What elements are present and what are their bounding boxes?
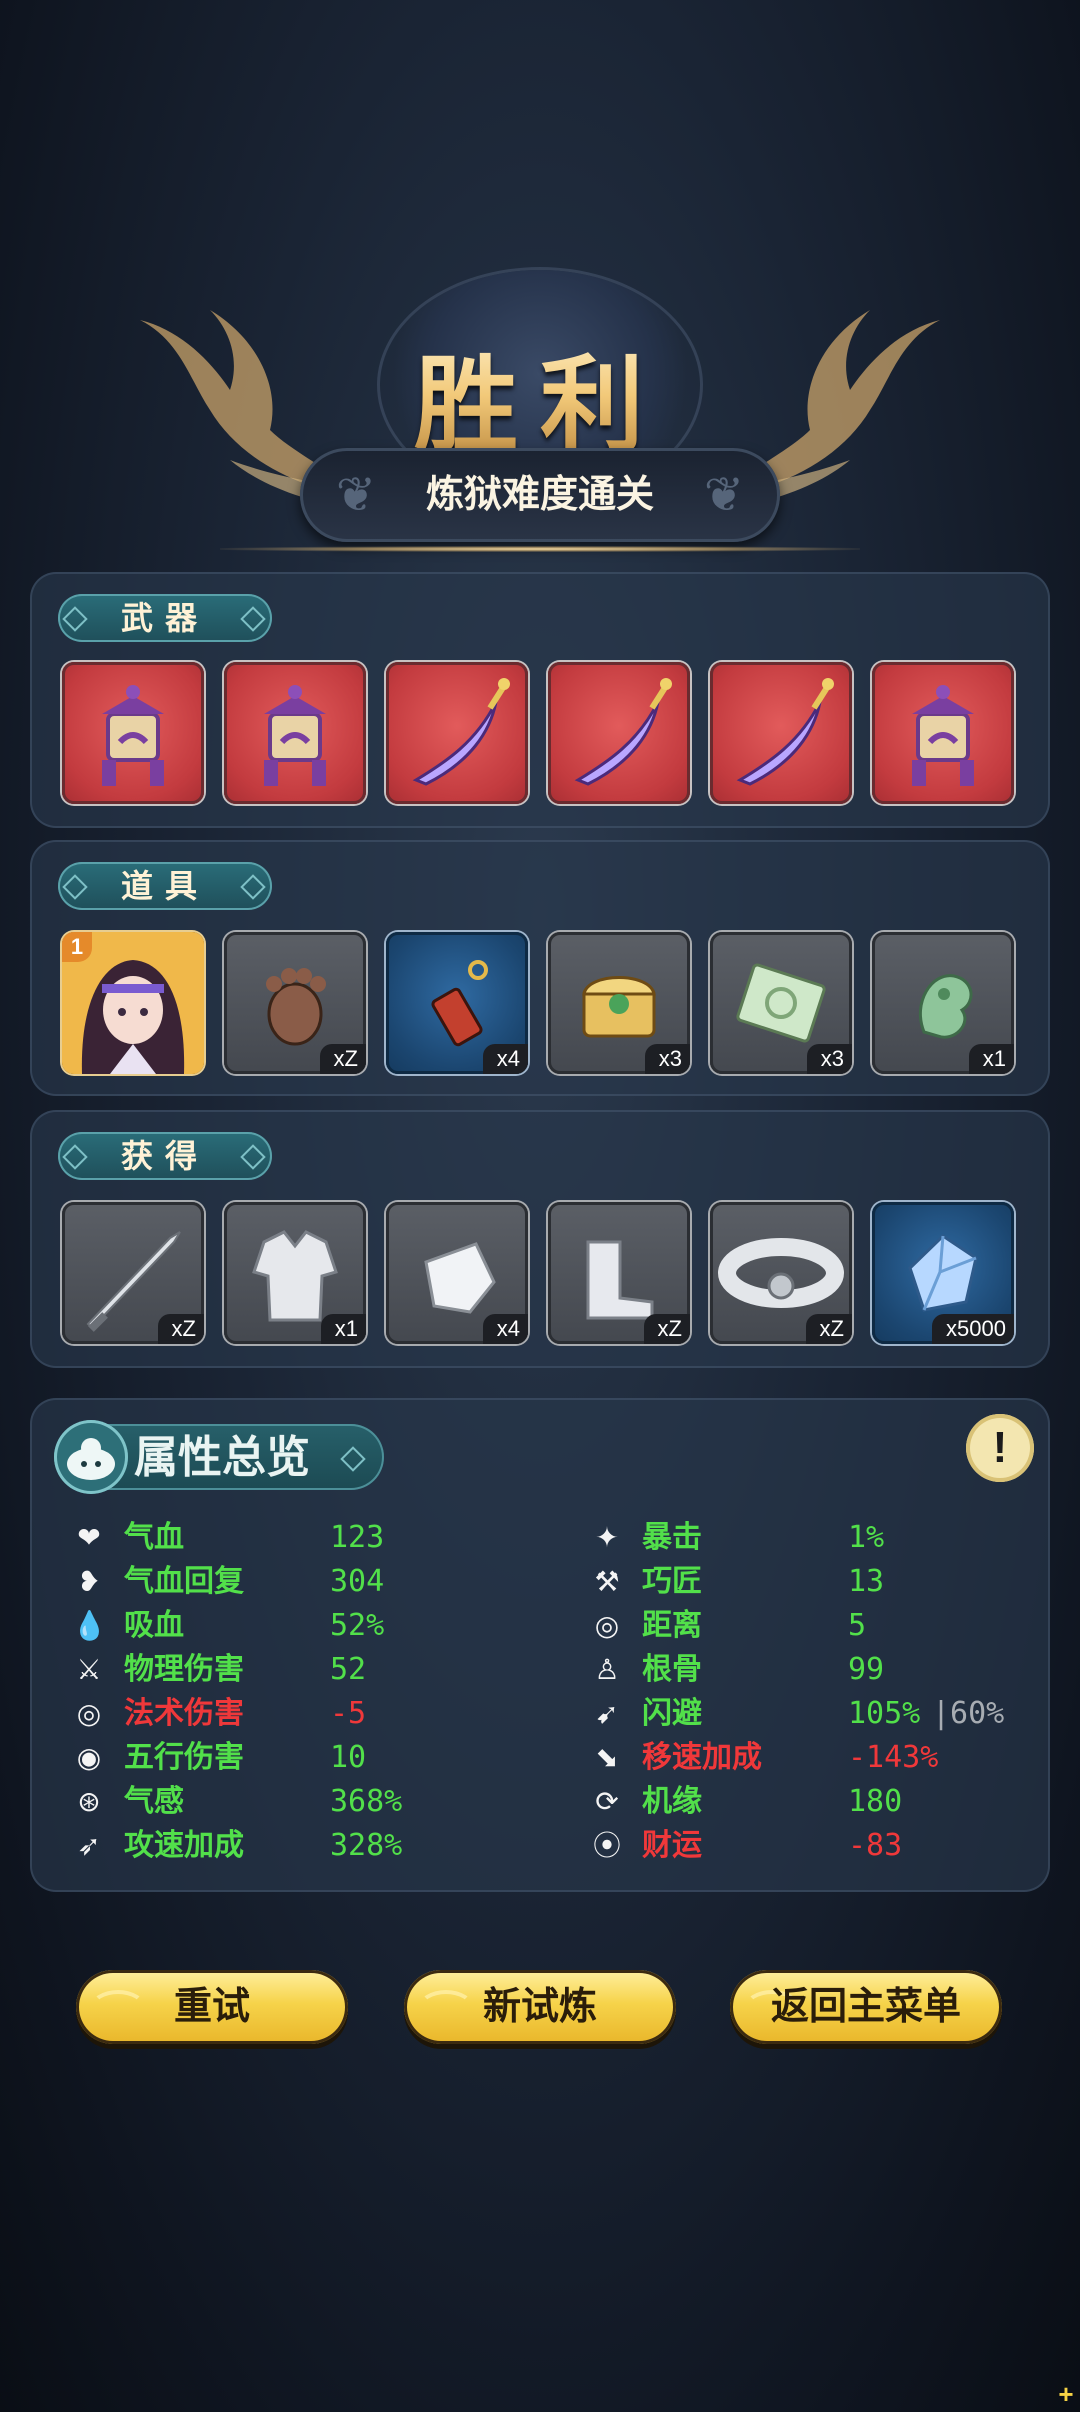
stat-extra-value: |60% [932,1696,1005,1731]
obtained-item-slot[interactable]: x1 [224,1202,366,1344]
stat-value: 52 [330,1652,367,1687]
props-item-slot[interactable]: x1 [872,932,1014,1074]
stat-label: 财运 [642,1829,702,1862]
hammer-icon: ⚒ [594,1566,620,1597]
stat-label: 机缘 [642,1785,702,1818]
props-item-slot[interactable]: 1 [62,932,204,1074]
stat-label: 巧匠 [642,1565,702,1598]
target-icon: ◎ [594,1610,620,1641]
coin-icon: ⦿ [592,1830,621,1861]
quantity-label: xZ [319,1044,366,1074]
stat-label: 法术伤害 [124,1697,244,1730]
spiral-icon: ◎ [76,1698,102,1729]
retry-button-label[interactable]: 重试 [76,1970,348,2044]
header-glow-divider [220,546,860,552]
stat-value: 368% [330,1784,403,1819]
purple-curved-blade-icon [412,678,510,786]
qi-sense-icon: ⊛ [77,1786,101,1817]
dodge-icon: ➹ [595,1698,619,1729]
stat-value: 180 [848,1784,903,1819]
boot-speed-icon: ⬊ [595,1742,619,1773]
heart-icon: ❤ [77,1522,101,1553]
quantity-label: x1 [320,1314,366,1344]
quantity-label: xZ [643,1314,690,1344]
quantity-label: x5000 [932,1314,1014,1344]
stat-label: 闪避 [642,1697,702,1730]
stat-value: 304 [330,1564,385,1599]
purple-lantern-icon [912,685,974,786]
difficulty-cleared-text: 炼狱难度通关 [425,474,654,516]
stat-label: 暴击 [642,1521,702,1554]
quantity-label: x3 [644,1044,690,1074]
obtained-item-slot[interactable]: x4 [386,1202,528,1344]
stat-value: 52% [330,1608,385,1643]
stat-value: 328% [330,1828,403,1863]
weapons-item-slot[interactable] [548,662,690,804]
stat-label: 气血回复 [124,1565,244,1598]
stat-value: 10 [330,1740,367,1775]
main-menu-button-label[interactable]: 返回主菜单 [730,1970,1002,2044]
level-badge: 1 [62,932,92,962]
obtained-item-slot[interactable]: xZ [62,1202,204,1344]
props-item-slot[interactable]: x3 [710,932,852,1074]
attack-speed-icon: ➶ [77,1830,101,1861]
meditate-icon: ♙ [594,1654,620,1685]
stat-label: 五行伤害 [124,1741,244,1774]
quantity-label: x1 [968,1044,1014,1074]
stat-label: 物理伤害 [124,1653,244,1686]
luck-cycle-icon: ⟳ [595,1786,619,1817]
obtained-item-slot[interactable]: x5000 [872,1202,1014,1344]
heart-regen-icon: ❥ [77,1566,101,1597]
purple-curved-blade-icon [736,678,834,786]
stat-value: 105% [848,1696,921,1731]
weapons-item-slot[interactable] [386,662,528,804]
purple-lantern-icon [264,685,326,786]
stat-value: 1% [848,1520,885,1555]
stat-label: 距离 [642,1609,702,1642]
new-trial-button-label[interactable]: 新试炼 [404,1970,676,2044]
stat-value: -83 [848,1828,903,1863]
props-item-slot[interactable]: xZ [224,932,366,1074]
stat-label: 吸血 [124,1609,184,1642]
stat-label: 攻速加成 [124,1829,244,1862]
stat-label: 移速加成 [642,1741,762,1774]
victory-header: 胜利 ❦ ❦ 炼狱难度通关 [0,0,1080,570]
stat-label: 根骨 [642,1653,702,1686]
info-alert-icon[interactable]: ! [966,1414,1034,1482]
stat-value: 5 [848,1608,867,1643]
quantity-label: xZ [157,1314,204,1344]
weapons-item-slot[interactable] [710,662,852,804]
obtained-item-slot[interactable]: xZ [548,1202,690,1344]
stats-title: 属性总览 [134,1433,310,1482]
five-elements-icon: ◉ [76,1742,102,1773]
props-item-slot[interactable]: x3 [548,932,690,1074]
blood-drop-icon: 💧 [72,1610,107,1641]
crit-icon: ✦ [595,1522,619,1553]
stat-label: 气感 [124,1785,184,1818]
stat-value: -143% [848,1740,939,1775]
sword-slash-icon: ⚔ [76,1654,102,1685]
purple-lantern-icon [102,685,164,786]
stat-value: 123 [330,1520,385,1555]
quantity-label: xZ [805,1314,852,1344]
obtained-item-slot[interactable]: xZ [710,1202,852,1344]
quantity-label: x4 [482,1314,528,1344]
weapons-item-slot[interactable] [224,662,366,804]
stat-value: 13 [848,1564,885,1599]
props-item-slot[interactable]: x4 [386,932,528,1074]
stat-value: 99 [848,1652,885,1687]
weapons-item-slot[interactable] [62,662,204,804]
stat-value: -5 [330,1696,367,1731]
weapons-item-slot[interactable] [872,662,1014,804]
plus-icon[interactable]: + [1054,2381,1078,2407]
stats-mascot-icon [54,1420,128,1494]
stat-label: 气血 [124,1521,184,1554]
quantity-label: x4 [482,1044,528,1074]
quantity-label: x3 [806,1044,852,1074]
purple-curved-blade-icon [574,678,672,786]
